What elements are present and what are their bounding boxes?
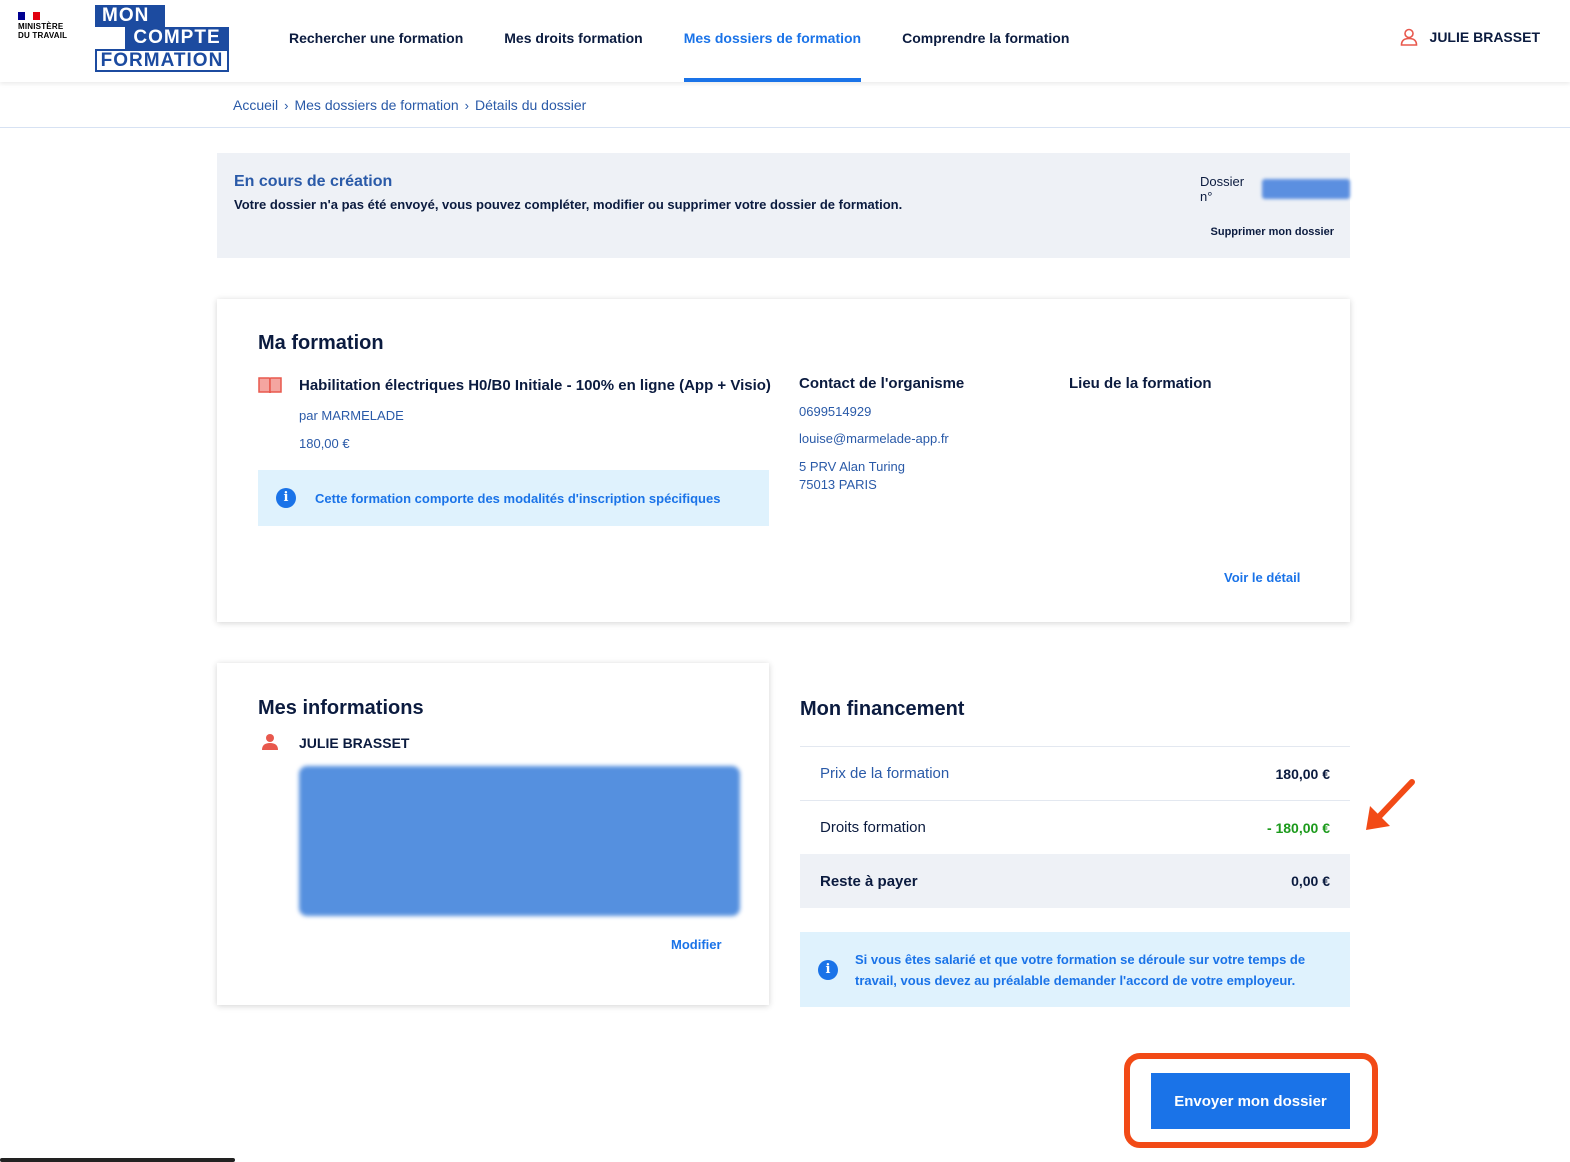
breadcrumb-details: Détails du dossier [475, 97, 587, 113]
breadcrumb: Accueil › Mes dossiers de formation › Dé… [233, 97, 586, 113]
formation-section-title: Ma formation [258, 332, 384, 354]
nav-comprendre-formation[interactable]: Comprendre la formation [902, 0, 1069, 82]
dossier-number-redacted [1262, 179, 1350, 199]
breadcrumb-accueil[interactable]: Accueil [233, 97, 278, 113]
delete-dossier-link[interactable]: Supprimer mon dossier [1211, 226, 1334, 238]
breadcrumb-divider [0, 127, 1570, 128]
financement-label: Droits formation [820, 819, 926, 836]
contact-title: Contact de l'organisme [799, 375, 965, 392]
ministere-logo: MINISTÈRE DU TRAVAIL [18, 12, 88, 40]
formation-name: Habilitation électriques H0/B0 Initiale … [299, 377, 771, 394]
financement-section-title: Mon financement [800, 698, 965, 720]
logo-line3: FORMATION [95, 49, 229, 72]
inscription-info-box: i Cette formation comporte des modalités… [258, 470, 769, 526]
financement-label: Prix de la formation [820, 765, 950, 782]
formation-card: Ma formation Habilitation électriques H0… [217, 299, 1350, 622]
nav-mes-droits-formation[interactable]: Mes droits formation [504, 0, 642, 82]
lieu-title: Lieu de la formation [1069, 375, 1212, 392]
formation-price: 180,00 € [299, 436, 350, 451]
user-name: JULIE BRASSET [1429, 29, 1540, 45]
employeur-info-box: i Si vous êtes salarié et que votre form… [800, 932, 1350, 1007]
modifier-link[interactable]: Modifier [671, 937, 722, 952]
financement-row-reste: Reste à payer 0,00 € [800, 854, 1350, 908]
employeur-info-text: Si vous êtes salarié et que votre format… [855, 951, 1306, 988]
dossier-number: Dossier n° [1200, 174, 1350, 204]
ministere-line2: DU TRAVAIL [18, 31, 68, 40]
main-nav: Rechercher une formation Mes droits form… [289, 0, 1110, 82]
voir-detail-link[interactable]: Voir le détail [1224, 570, 1300, 585]
contact-address-line2: 75013 PARIS [799, 477, 877, 492]
dossier-number-label: Dossier n° [1200, 174, 1245, 204]
person-icon [262, 734, 278, 750]
contact-address-line1: 5 PRV Alan Turing [799, 459, 905, 474]
informations-section-title: Mes informations [258, 697, 424, 719]
info-icon: i [276, 488, 296, 508]
inscription-info-text: Cette formation comporte des modalités d… [315, 490, 721, 506]
personal-info-redacted [299, 766, 740, 916]
top-header: MINISTÈRE DU TRAVAIL MON COMPTE FORMATIO… [0, 0, 1570, 82]
breadcrumb-separator-icon: › [464, 97, 470, 113]
status-banner: En cours de création Votre dossier n'a p… [217, 153, 1350, 258]
breadcrumb-mes-dossiers[interactable]: Mes dossiers de formation [294, 97, 458, 113]
ministere-line1: MINISTÈRE [18, 22, 64, 31]
financement-row-prix: Prix de la formation 180,00 € [800, 746, 1350, 800]
logo-line1: MON [95, 5, 165, 27]
annotation-arrow-icon [1366, 779, 1415, 830]
contact-email: louise@marmelade-app.fr [799, 431, 949, 446]
logo-line2: COMPTE [125, 27, 229, 49]
status-text: Votre dossier n'a pas été envoyé, vous p… [234, 197, 903, 212]
mon-compte-formation-logo[interactable]: MON COMPTE FORMATION [95, 5, 229, 72]
breadcrumb-separator-icon: › [284, 97, 289, 113]
informations-name: JULIE BRASSET [299, 735, 410, 751]
user-icon [1400, 28, 1417, 46]
financement-value: 0,00 € [1291, 873, 1330, 889]
book-icon [258, 377, 282, 394]
financement-row-droits: Droits formation - 180,00 € [800, 800, 1350, 854]
financement-label: Reste à payer [820, 872, 918, 890]
status-title: En cours de création [234, 173, 393, 190]
user-menu[interactable]: JULIE BRASSET [1400, 28, 1540, 46]
envoyer-dossier-button[interactable]: Envoyer mon dossier [1151, 1073, 1350, 1129]
info-icon: i [818, 959, 838, 980]
financement-value: 180,00 € [1275, 765, 1331, 782]
formation-organisme: par MARMELADE [299, 408, 404, 423]
informations-card: Mes informations JULIE BRASSET Modifier [217, 663, 769, 1005]
nav-rechercher-formation[interactable]: Rechercher une formation [289, 0, 463, 82]
nav-mes-dossiers-formation[interactable]: Mes dossiers de formation [683, 0, 862, 82]
financement-value: - 180,00 € [1266, 819, 1330, 836]
french-flag-icon [18, 12, 40, 20]
financement-table: Prix de la formation 180,00 € Droits for… [800, 746, 1350, 908]
horizontal-scrollbar[interactable] [0, 1158, 235, 1162]
contact-phone: 0699514929 [799, 404, 872, 419]
